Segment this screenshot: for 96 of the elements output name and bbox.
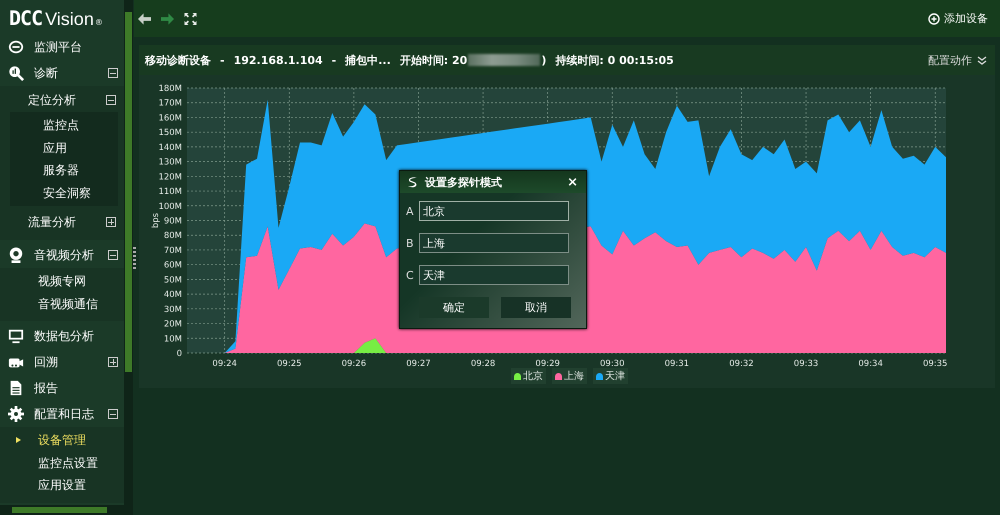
status-text: ) bbox=[541, 54, 546, 66]
sidebar-subitem[interactable]: 监控点设置 bbox=[6, 452, 124, 474]
legend-item[interactable]: 北京 bbox=[511, 368, 546, 384]
axis-label: 09:33 bbox=[794, 359, 818, 369]
field-label: B bbox=[406, 236, 415, 250]
axis-label: 09:35 bbox=[922, 359, 948, 369]
toggle-icon[interactable] bbox=[106, 217, 116, 227]
dialog-button[interactable]: 取消 bbox=[501, 297, 571, 318]
close-button[interactable]: × bbox=[565, 174, 580, 190]
sidebar-subitem[interactable]: 应用 bbox=[10, 136, 118, 159]
axis-label: 90M bbox=[164, 216, 182, 226]
settings-icon bbox=[8, 406, 24, 422]
sidebar-group[interactable]: 定位分析 bbox=[6, 88, 124, 112]
axis-title: bps bbox=[151, 212, 161, 228]
axis-label: 09:30 bbox=[600, 359, 624, 369]
fullscreen-icon[interactable] bbox=[184, 12, 197, 24]
input-field[interactable]: 上海 bbox=[419, 233, 569, 253]
status-text: - bbox=[332, 54, 336, 66]
axis-label: 120M bbox=[158, 172, 182, 182]
field-label: A bbox=[406, 204, 415, 218]
sidebar-item[interactable]: 回溯 bbox=[0, 349, 124, 375]
sidebar-item[interactable]: 诊断 bbox=[0, 60, 124, 86]
document-icon bbox=[8, 380, 24, 396]
axis-label: 50M bbox=[164, 275, 182, 286]
back-arrow-icon[interactable] bbox=[138, 12, 151, 24]
legend-marker-icon bbox=[514, 372, 521, 380]
sidebar-item[interactable]: 音视频分析 bbox=[0, 242, 124, 268]
status-text: 持续时间: 0 00:15:05 bbox=[555, 52, 674, 68]
toggle-icon[interactable] bbox=[106, 95, 116, 105]
axis-label: 130M bbox=[158, 158, 182, 168]
axis-label: 09:26 bbox=[342, 359, 366, 369]
axis-label: 09:25 bbox=[277, 359, 302, 369]
sidebar-group[interactable]: 流量分析 bbox=[6, 210, 124, 234]
splitter-handle[interactable] bbox=[133, 247, 136, 269]
axis-label: 09:24 bbox=[212, 359, 237, 369]
add-device-button[interactable]: 添加设备 bbox=[924, 9, 992, 28]
monitor-icon bbox=[8, 328, 24, 344]
axis-label: 09:32 bbox=[729, 359, 754, 369]
toggle-icon[interactable] bbox=[108, 68, 118, 78]
scrollbar[interactable] bbox=[124, 0, 133, 505]
sidebar-subitem[interactable]: 服务器 bbox=[10, 159, 118, 182]
plus-circle-icon bbox=[928, 12, 940, 24]
sidebar-item[interactable]: 配置和日志 bbox=[0, 401, 124, 427]
axis-label: 150M bbox=[158, 128, 182, 138]
actions-dropdown[interactable]: 配置动作 bbox=[926, 50, 989, 70]
sidebar-subitem[interactable]: 应用设置 bbox=[6, 474, 124, 496]
axis-label: 09:28 bbox=[470, 359, 496, 369]
axis-label: 110M bbox=[158, 187, 182, 198]
field-label: C bbox=[406, 268, 415, 282]
status-text: 移动诊断设备 bbox=[145, 52, 211, 68]
input-field[interactable]: 天津 bbox=[419, 265, 569, 285]
axis-label: 09:31 bbox=[664, 359, 690, 369]
chart-search-icon bbox=[8, 65, 24, 81]
toggle-icon[interactable] bbox=[108, 409, 118, 419]
sidebar-item[interactable]: 数据包分析 bbox=[0, 323, 124, 349]
logo-icon bbox=[406, 176, 419, 188]
status-text: 开始时间: 20 bbox=[400, 52, 468, 68]
toggle-icon[interactable] bbox=[108, 250, 118, 260]
sidebar-subitem[interactable]: 设备管理 bbox=[6, 429, 124, 452]
axis-label: 0 bbox=[176, 349, 182, 359]
axis-label: 20M bbox=[164, 320, 182, 330]
axis-label: 70M bbox=[164, 246, 182, 256]
axis-label: 100M bbox=[158, 202, 182, 212]
toggle-icon[interactable] bbox=[108, 357, 118, 367]
badge-icon bbox=[8, 39, 24, 55]
axis-label: 09:34 bbox=[858, 359, 883, 369]
scrollbar[interactable] bbox=[0, 505, 133, 515]
legend-item[interactable]: 天津 bbox=[593, 368, 628, 384]
input-field[interactable]: 北京 bbox=[419, 201, 569, 221]
axis-label: 180M bbox=[158, 84, 182, 94]
axis-label: 60M bbox=[164, 260, 182, 271]
legend-item[interactable]: 上海 bbox=[552, 368, 587, 384]
axis-label: 170M bbox=[158, 98, 182, 109]
axis-label: 80M bbox=[164, 231, 182, 242]
status-text: 192.168.1.104 bbox=[234, 54, 323, 66]
status-text: - bbox=[220, 54, 225, 66]
axis-label: 30M bbox=[164, 304, 182, 315]
legend-marker-icon bbox=[555, 372, 562, 380]
double-chevron-icon bbox=[977, 56, 987, 64]
webcam-icon bbox=[8, 247, 24, 263]
axis-label: 160M bbox=[158, 113, 182, 124]
axis-label: 09:29 bbox=[535, 359, 560, 369]
sidebar-item[interactable]: 监测平台 bbox=[0, 34, 124, 60]
sidebar-subitem[interactable]: 安全洞察 bbox=[10, 182, 118, 204]
legend-marker-icon bbox=[596, 372, 603, 380]
sidebar-subitem[interactable]: 音视频通信 bbox=[6, 292, 124, 315]
sidebar-subitem[interactable]: 视频专网 bbox=[6, 270, 124, 292]
axis-label: 10M bbox=[164, 334, 182, 344]
sidebar-subitem[interactable]: 监控点 bbox=[10, 114, 118, 136]
axis-label: 140M bbox=[158, 142, 182, 153]
sidebar-item[interactable]: 报告 bbox=[0, 375, 124, 401]
status-text: 捕包中... bbox=[345, 52, 391, 68]
axis-label: 09:27 bbox=[406, 359, 431, 369]
axis-label: 40M bbox=[164, 290, 182, 300]
dialog-button[interactable]: 确定 bbox=[419, 297, 489, 318]
dialog-title: 设置多探针模式 bbox=[425, 174, 502, 190]
